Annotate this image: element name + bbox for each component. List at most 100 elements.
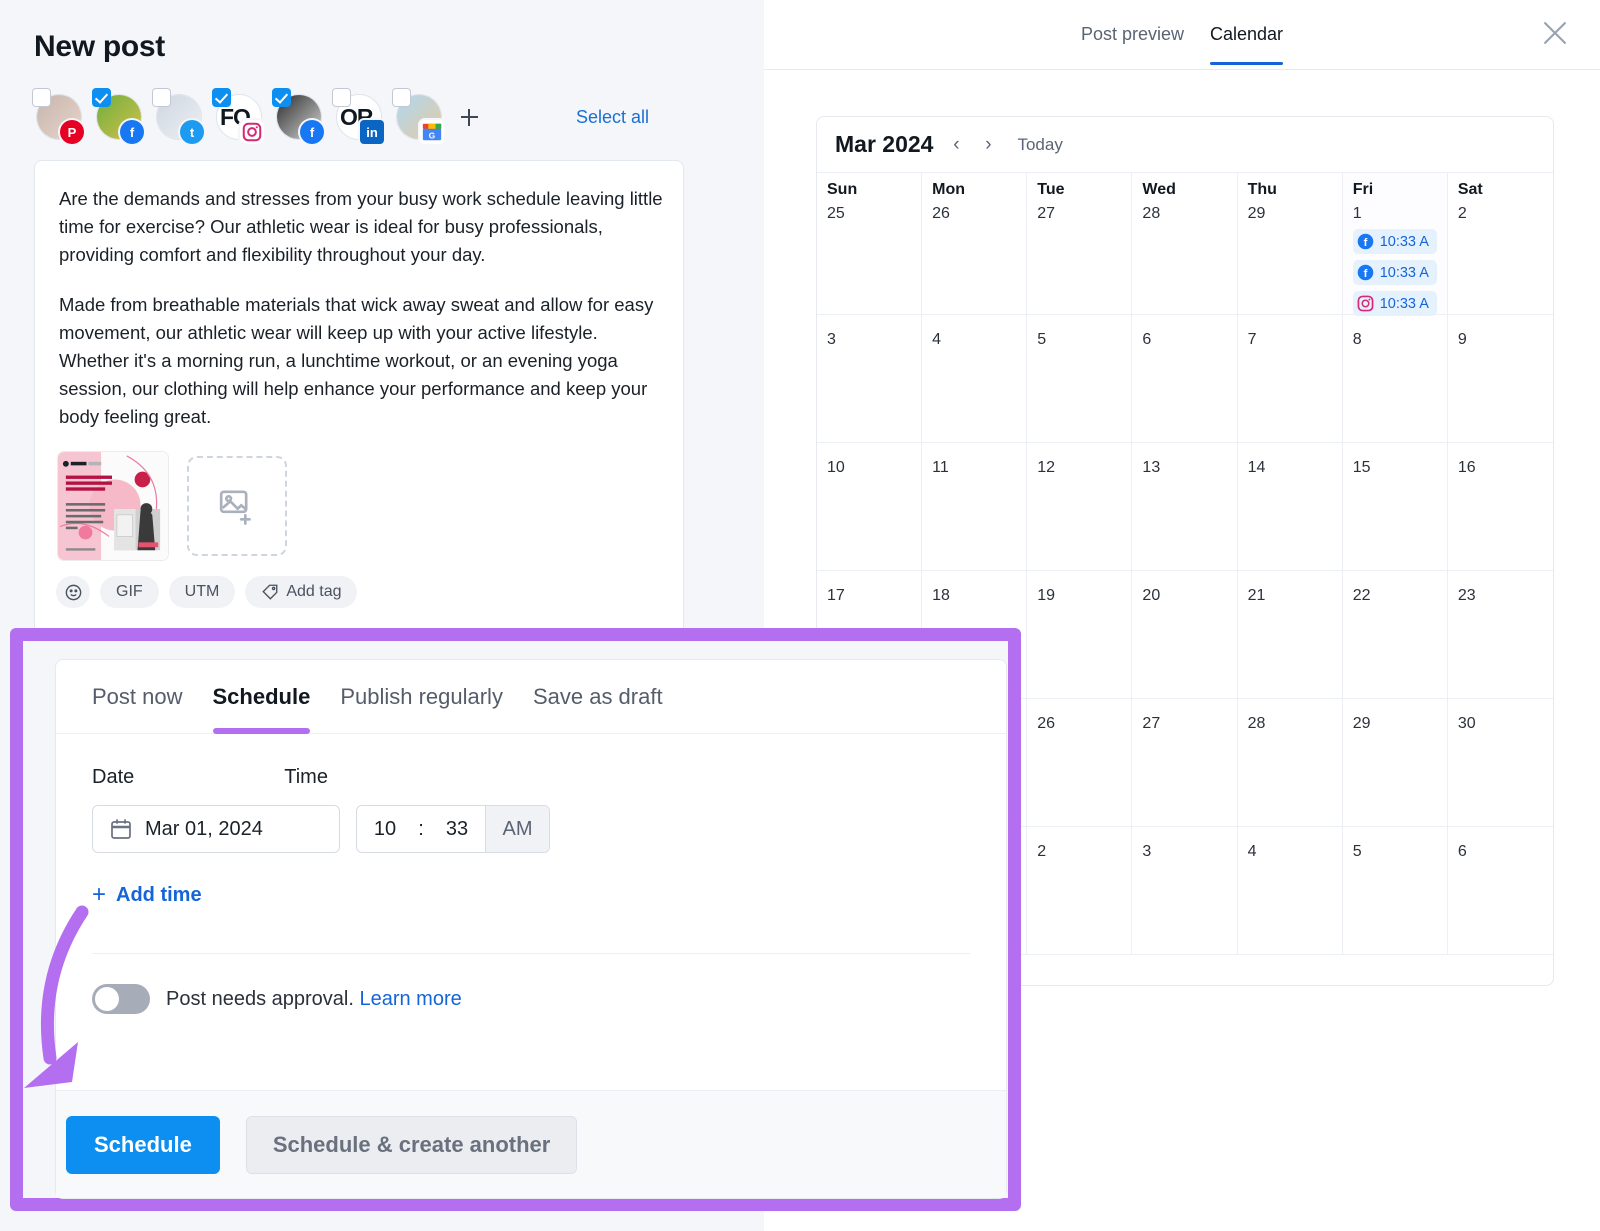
calendar-day-cell[interactable]: 14 — [1238, 443, 1343, 571]
account-checkbox[interactable] — [272, 88, 291, 107]
account-chip-facebook-4[interactable]: f — [272, 88, 316, 146]
day-number: 28 — [1248, 715, 1332, 733]
schedule-tab-schedule[interactable]: Schedule — [213, 660, 311, 734]
calendar-today-button[interactable]: Today — [1017, 135, 1062, 155]
calendar-day-cell[interactable]: 28 — [1238, 699, 1343, 827]
calendar-day-cell[interactable]: 26 — [1027, 699, 1132, 827]
media-row — [57, 451, 287, 561]
schedule-create-another-button[interactable]: Schedule & create another — [246, 1116, 578, 1174]
calendar-next-button[interactable]: › — [979, 134, 997, 156]
account-checkbox[interactable] — [152, 88, 171, 107]
calendar-prev-button[interactable]: ‹ — [947, 134, 965, 156]
calendar-event[interactable]: f10:33 A — [1353, 229, 1437, 254]
calendar-day-cell[interactable]: 19 — [1027, 571, 1132, 699]
emoji-button[interactable] — [56, 576, 90, 608]
learn-more-link[interactable]: Learn more — [359, 988, 461, 1010]
post-paragraph-1: Made from breathable materials that wick… — [59, 291, 667, 431]
calendar-day-cell[interactable]: 12 — [1027, 443, 1132, 571]
post-text-area[interactable]: Are the demands and stresses from your b… — [59, 185, 667, 431]
close-icon[interactable] — [1538, 16, 1572, 50]
calendar-day-cell[interactable]: 27 — [1132, 699, 1237, 827]
day-number: 17 — [827, 587, 911, 605]
select-all-link[interactable]: Select all — [576, 107, 649, 128]
linkedin-icon: in — [360, 120, 384, 144]
calendar-header-cell-thu: Thu29 — [1238, 173, 1343, 315]
account-checkbox[interactable] — [212, 88, 231, 107]
time-ampm-toggle[interactable]: AM — [485, 806, 549, 852]
instagram-icon — [240, 120, 264, 144]
calendar-day-cell[interactable]: 5 — [1027, 315, 1132, 443]
schedule-button[interactable]: Schedule — [66, 1116, 220, 1174]
day-of-week-label: Fri — [1353, 181, 1437, 199]
schedule-footer: Schedule Schedule & create another — [56, 1090, 1006, 1198]
calendar-day-cell[interactable]: 8 — [1343, 315, 1448, 443]
calendar-day-cell[interactable]: 2 — [1027, 827, 1132, 955]
calendar-day-cell[interactable]: 7 — [1238, 315, 1343, 443]
account-checkbox[interactable] — [92, 88, 111, 107]
calendar-day-cell[interactable]: 15 — [1343, 443, 1448, 571]
calendar-day-cell[interactable]: 22 — [1343, 571, 1448, 699]
approval-toggle[interactable] — [92, 984, 150, 1014]
calendar-day-cell[interactable]: 29 — [1343, 699, 1448, 827]
calendar-day-cell[interactable]: 3 — [1132, 827, 1237, 955]
schedule-tab-publish-regularly[interactable]: Publish regularly — [340, 660, 503, 734]
account-checkbox[interactable] — [32, 88, 51, 107]
time-input[interactable]: 10 : 33 AM — [356, 805, 550, 853]
add-account-button[interactable] — [454, 102, 484, 132]
calendar-day-cell[interactable]: 21 — [1238, 571, 1343, 699]
account-chip-pinterest-0[interactable]: P — [32, 88, 76, 146]
account-chip-linkedin-5[interactable]: ORin — [332, 88, 376, 146]
calendar-day-cell[interactable]: 20 — [1132, 571, 1237, 699]
day-number: 14 — [1248, 459, 1332, 477]
day-number: 25 — [827, 205, 911, 223]
schedule-tab-save-as-draft[interactable]: Save as draft — [533, 660, 663, 734]
account-chip-twitter-2[interactable]: t — [152, 88, 196, 146]
account-chip-gbp-6[interactable]: G — [392, 88, 436, 146]
date-input[interactable]: Mar 01, 2024 — [92, 805, 340, 853]
calendar-day-cell[interactable]: 10 — [817, 443, 922, 571]
calendar-day-cell[interactable]: 30 — [1448, 699, 1553, 827]
account-checkbox[interactable] — [392, 88, 411, 107]
add-media-button[interactable] — [187, 456, 287, 556]
account-chip-facebook-1[interactable]: f — [92, 88, 136, 146]
day-number: 2 — [1458, 205, 1543, 223]
schedule-tab-post-now[interactable]: Post now — [92, 660, 183, 734]
day-number: 19 — [1037, 587, 1121, 605]
schedule-tab-bar: Post now Schedule Publish regularly Save as… — [56, 660, 1006, 734]
preview-tab-calendar[interactable]: Calendar — [1210, 24, 1283, 65]
calendar-event[interactable]: f10:33 A — [1353, 260, 1437, 285]
calendar-header-cell-tue: Tue27 — [1027, 173, 1132, 315]
time-minute[interactable]: 33 — [429, 818, 485, 841]
preview-tab-post-preview[interactable]: Post preview — [1081, 24, 1184, 65]
account-chip-instagram-3[interactable]: FO — [212, 88, 256, 146]
calendar-header-cell-sat: Sat2 — [1448, 173, 1553, 315]
time-hour[interactable]: 10 — [357, 818, 413, 841]
utm-button[interactable]: UTM — [169, 576, 236, 608]
calendar-day-cell[interactable]: 23 — [1448, 571, 1553, 699]
day-number: 3 — [827, 331, 911, 349]
time-separator: : — [413, 818, 429, 841]
app-root: New post PftFOfORinGSelect all Are the d… — [0, 0, 1600, 1231]
calendar-day-cell[interactable]: 4 — [922, 315, 1027, 443]
gif-button[interactable]: GIF — [100, 576, 159, 608]
plus-icon: + — [92, 881, 106, 909]
add-tag-button[interactable]: Add tag — [245, 576, 357, 608]
calendar-day-cell[interactable]: 16 — [1448, 443, 1553, 571]
calendar-day-cell[interactable]: 9 — [1448, 315, 1553, 443]
calendar-day-cell[interactable]: 13 — [1132, 443, 1237, 571]
calendar-day-cell[interactable]: 3 — [817, 315, 922, 443]
calendar-day-cell[interactable]: 6 — [1132, 315, 1237, 443]
calendar-header: Mar 2024 ‹ › Today — [817, 117, 1553, 173]
account-checkbox[interactable] — [332, 88, 351, 107]
calendar-day-cell[interactable]: 6 — [1448, 827, 1553, 955]
post-image-thumbnail[interactable] — [57, 451, 169, 561]
calendar-day-cell[interactable]: 4 — [1238, 827, 1343, 955]
schedule-panel: Post now Schedule Publish regularly Save as… — [55, 659, 1007, 1199]
day-number: 30 — [1458, 715, 1543, 733]
calendar-event[interactable]: 10:33 A — [1353, 291, 1437, 316]
day-number: 11 — [932, 459, 1016, 477]
event-time: 10:33 A — [1380, 234, 1429, 250]
add-time-button[interactable]: + Add time — [92, 881, 970, 909]
calendar-day-cell[interactable]: 5 — [1343, 827, 1448, 955]
calendar-day-cell[interactable]: 11 — [922, 443, 1027, 571]
